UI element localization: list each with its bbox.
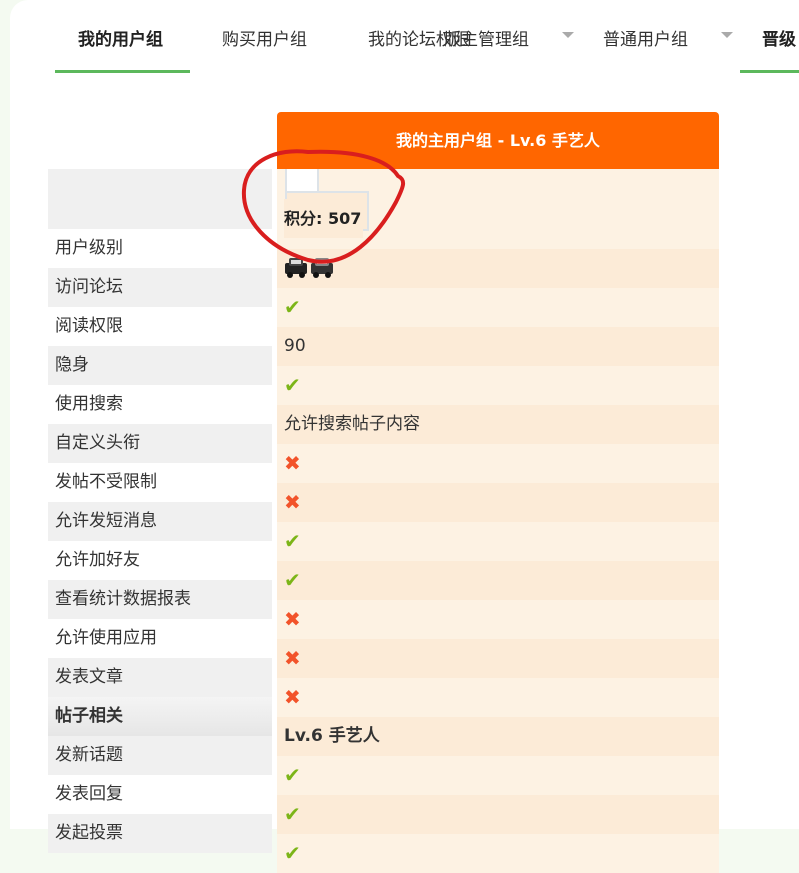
permission-label: 隐身 xyxy=(48,346,272,385)
check-icon: ✔ xyxy=(284,373,301,397)
user-group-tabs: 我的用户组 购买用户组 我的论坛权限 版主管理组 普通用户组 晋级 xyxy=(0,0,799,80)
permission-label: 使用搜索 xyxy=(48,385,272,424)
check-icon: ✔ xyxy=(284,763,301,787)
permission-value: 允许搜索帖子内容 xyxy=(277,405,719,444)
level-cell xyxy=(277,249,719,288)
permission-labels: 用户级别 访问论坛 阅读权限 隐身 使用搜索 自定义头衔 发帖不受限制 允许发短消息 允许加好友… xyxy=(48,169,272,853)
permission-value: 90 xyxy=(277,327,719,366)
tab-moderator-group[interactable]: 版主管理组 xyxy=(444,26,529,54)
permission-value: ✔ xyxy=(277,834,719,873)
points-box-tab xyxy=(285,169,319,193)
permission-value: ✔ xyxy=(277,561,719,600)
chevron-down-icon[interactable] xyxy=(562,32,574,38)
level-car-icon xyxy=(285,258,333,278)
permission-label: 允许发短消息 xyxy=(48,502,272,541)
permission-label: 发起投票 xyxy=(48,814,272,853)
permission-value: ✔ xyxy=(277,522,719,561)
check-icon: ✔ xyxy=(284,295,301,319)
permission-label: 允许加好友 xyxy=(48,541,272,580)
permission-label: 发新话题 xyxy=(48,736,272,775)
cross-icon: ✖ xyxy=(284,646,301,670)
permission-value: ✖ xyxy=(277,678,719,717)
cross-icon: ✖ xyxy=(284,607,301,631)
permission-value: Lv.6 手艺人 xyxy=(277,717,719,756)
permission-value: ✖ xyxy=(277,483,719,522)
permission-value: ✖ xyxy=(277,600,719,639)
main-group-header: 我的主用户组 - Lv.6 手艺人 xyxy=(277,112,719,169)
cross-icon: ✖ xyxy=(284,685,301,709)
points-value: 积分: 507 xyxy=(284,199,364,238)
permission-values: 积分: 507 ✔ 90 ✔ 允许搜索帖子内容 ✖ ✖ ✔ ✔ ✖ ✖ ✖ Lv.6 手艺人 ✔ ✔ ✔ xyxy=(277,169,719,873)
permission-value: ✔ xyxy=(277,795,719,834)
permission-label: 允许使用应用 xyxy=(48,619,272,658)
label-header-cell xyxy=(48,169,272,229)
check-icon: ✔ xyxy=(284,802,301,826)
permission-value: ✖ xyxy=(277,639,719,678)
permission-label: 用户级别 xyxy=(48,229,272,268)
points-cell: 积分: 507 xyxy=(277,169,719,249)
section-header: 帖子相关 xyxy=(48,697,272,736)
check-icon: ✔ xyxy=(284,529,301,553)
permission-value: ✔ xyxy=(277,366,719,405)
permission-label: 自定义头衔 xyxy=(48,424,272,463)
permission-label: 发帖不受限制 xyxy=(48,463,272,502)
tab-buy-user-group[interactable]: 购买用户组 xyxy=(222,26,307,54)
cross-icon: ✖ xyxy=(284,490,301,514)
check-icon: ✔ xyxy=(284,568,301,592)
permission-label: 发表回复 xyxy=(48,775,272,814)
cross-icon: ✖ xyxy=(284,451,301,475)
tab-promotion[interactable]: 晋级 xyxy=(762,26,796,54)
active-tab-indicator xyxy=(55,70,190,73)
tab-my-user-group[interactable]: 我的用户组 xyxy=(78,26,163,54)
tab-regular-user-group[interactable]: 普通用户组 xyxy=(603,26,688,54)
check-icon: ✔ xyxy=(284,841,301,865)
tab-indicator-promotion xyxy=(740,70,799,73)
permission-value: ✖ xyxy=(277,444,719,483)
permission-value: ✔ xyxy=(277,288,719,327)
chevron-down-icon[interactable] xyxy=(721,32,733,38)
permission-label: 阅读权限 xyxy=(48,307,272,346)
permission-label: 查看统计数据报表 xyxy=(48,580,272,619)
permission-value: ✔ xyxy=(277,756,719,795)
permission-label: 访问论坛 xyxy=(48,268,272,307)
permission-label: 发表文章 xyxy=(48,658,272,697)
